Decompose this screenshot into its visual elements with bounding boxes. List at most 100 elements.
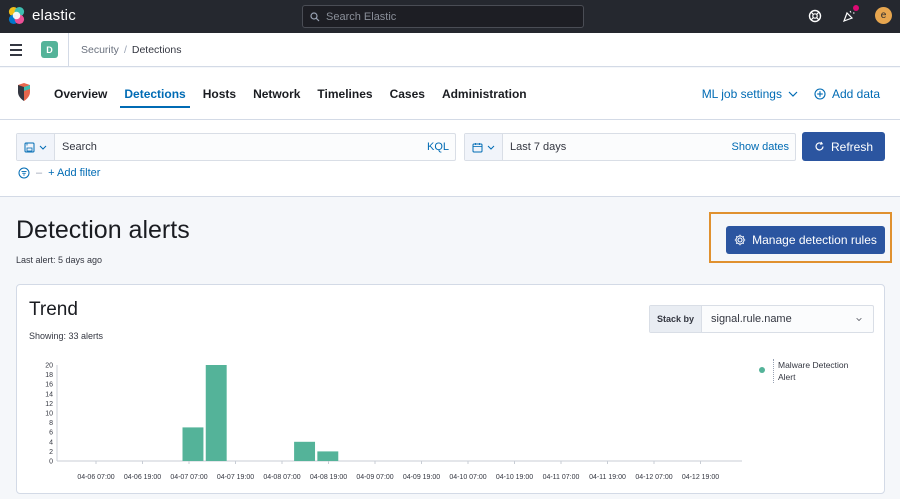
tab-cases[interactable]: Cases	[382, 68, 433, 120]
tab-network[interactable]: Network	[245, 68, 308, 120]
chart-legend: Malware Detection Alert	[759, 359, 855, 383]
y-tick-label: 20	[45, 363, 53, 370]
filter-options-icon[interactable]	[18, 167, 30, 179]
ml-job-settings-label: ML job settings	[701, 87, 782, 101]
filter-bar: – + Add filter	[18, 167, 100, 179]
show-dates-button[interactable]: Show dates	[732, 141, 795, 153]
space-avatar[interactable]: D	[41, 41, 58, 58]
add-filter-button[interactable]: + Add filter	[48, 167, 100, 179]
stack-by-select[interactable]: Stack by signal.rule.name	[649, 305, 874, 333]
tab-timelines[interactable]: Timelines	[309, 68, 380, 120]
y-tick-label: 18	[45, 372, 53, 379]
newsfeed-icon[interactable]	[841, 4, 859, 24]
gear-icon	[734, 234, 746, 246]
breadcrumb-detections: Detections	[131, 43, 182, 56]
chart-bar[interactable]	[205, 365, 227, 461]
search-icon	[310, 11, 320, 21]
x-tick-label: 04-11 07:00	[543, 474, 580, 481]
breadcrumb-bar: D Security / Detections	[0, 32, 900, 67]
stack-by-label: Stack by	[650, 306, 702, 332]
divider	[68, 32, 69, 67]
legend-swatch	[759, 367, 765, 373]
global-search[interactable]	[302, 5, 584, 28]
x-tick-label: 04-07 07:00	[170, 474, 207, 481]
y-tick-label: 12	[45, 401, 53, 408]
nav-tabs: Overview Detections Hosts Network Timeli…	[46, 68, 536, 120]
y-tick-label: 2	[49, 449, 53, 456]
trend-chart: 0 2 4 6 8 10 12 14 16 18 20 04-06 07:00 04-06 19:00 0…	[45, 363, 742, 481]
x-tick-label: 04-06 07:00	[77, 474, 114, 481]
help-icon[interactable]	[807, 8, 823, 24]
tab-hosts[interactable]: Hosts	[195, 68, 244, 120]
chart-bar[interactable]	[294, 441, 316, 461]
y-tick-label: 16	[45, 382, 53, 389]
x-tick-label: 04-10 19:00	[496, 474, 533, 481]
stack-by-value: signal.rule.name	[711, 313, 792, 325]
x-tick-label: 04-06 19:00	[124, 474, 161, 481]
date-picker: Last 7 days Show dates	[464, 133, 796, 161]
alert-count: Showing: 33 alerts	[29, 331, 104, 341]
menu-icon[interactable]	[10, 43, 22, 56]
security-app-logo-icon	[18, 83, 30, 101]
breadcrumb: Security / Detections	[81, 44, 181, 56]
app-nav: Overview Detections Hosts Network Timeli…	[0, 68, 900, 120]
elastic-logo[interactable]: elastic	[7, 6, 76, 25]
add-data-button[interactable]: Add data	[814, 87, 880, 101]
page-title: Detection alerts	[16, 216, 190, 244]
y-tick-label: 4	[49, 439, 53, 446]
quick-date-button[interactable]	[465, 134, 503, 160]
x-tick-label: 04-08 19:00	[310, 474, 347, 481]
date-range-value[interactable]: Last 7 days	[503, 141, 732, 153]
x-tick-label: 04-12 19:00	[682, 474, 719, 481]
y-tick-label: 10	[45, 411, 53, 418]
user-avatar[interactable]: e	[875, 7, 892, 24]
elastic-logo-icon	[8, 6, 25, 25]
x-tick-label: 04-12 07:00	[635, 474, 672, 481]
save-icon	[24, 142, 35, 152]
x-tick-label: 04-07 19:00	[217, 474, 254, 481]
x-tick-label: 04-09 07:00	[356, 474, 393, 481]
app-name: elastic	[32, 7, 76, 24]
y-tick-label: 8	[49, 420, 53, 427]
calendar-icon	[472, 142, 483, 152]
chart-bar[interactable]	[182, 427, 204, 461]
refresh-label: Refresh	[830, 139, 874, 154]
tab-detections[interactable]: Detections	[116, 68, 193, 120]
chart-bar[interactable]	[317, 451, 339, 461]
x-tick-label: 04-11 19:00	[589, 474, 626, 481]
last-alert-text: Last alert: 5 days ago	[16, 255, 103, 265]
top-bar: elastic e	[0, 0, 900, 33]
filter-separator: –	[36, 167, 43, 179]
manage-detection-rules-button[interactable]: Manage detection rules	[726, 226, 885, 254]
tab-administration[interactable]: Administration	[434, 68, 535, 120]
query-input-group: KQL	[16, 133, 456, 161]
chevron-down-icon	[487, 145, 495, 150]
x-tick-label: 04-08 07:00	[263, 474, 300, 481]
refresh-icon	[815, 141, 824, 151]
chevron-down-icon	[856, 317, 862, 321]
refresh-button[interactable]: Refresh	[802, 132, 885, 161]
plus-circle-icon	[814, 88, 826, 100]
search-input[interactable]	[55, 141, 427, 153]
chevron-down-icon	[39, 145, 47, 150]
saved-query-button[interactable]	[17, 134, 55, 160]
chevron-down-icon	[788, 91, 798, 97]
y-tick-label: 14	[45, 391, 53, 398]
kql-toggle[interactable]: KQL	[427, 141, 455, 153]
query-bar: KQL Last 7 days Show dates Refresh	[0, 120, 900, 197]
x-tick-label: 04-09 19:00	[403, 474, 440, 481]
tab-overview[interactable]: Overview	[46, 68, 115, 120]
global-search-input[interactable]	[326, 10, 566, 23]
ml-job-settings-button[interactable]: ML job settings	[702, 87, 798, 101]
trend-panel: Trend Showing: 33 alerts Stack by signal…	[16, 284, 885, 494]
trend-title: Trend	[29, 299, 78, 320]
breadcrumb-security[interactable]: Security	[81, 44, 119, 56]
manage-detection-rules-label: Manage detection rules	[752, 233, 877, 247]
notification-badge	[853, 4, 859, 11]
legend-item[interactable]: Malware Detection Alert	[773, 359, 855, 383]
add-data-label: Add data	[831, 87, 880, 101]
x-tick-label: 04-10 07:00	[449, 474, 486, 481]
breadcrumb-separator: /	[123, 43, 127, 56]
y-tick-label: 0	[49, 459, 53, 466]
y-tick-label: 6	[49, 430, 53, 437]
